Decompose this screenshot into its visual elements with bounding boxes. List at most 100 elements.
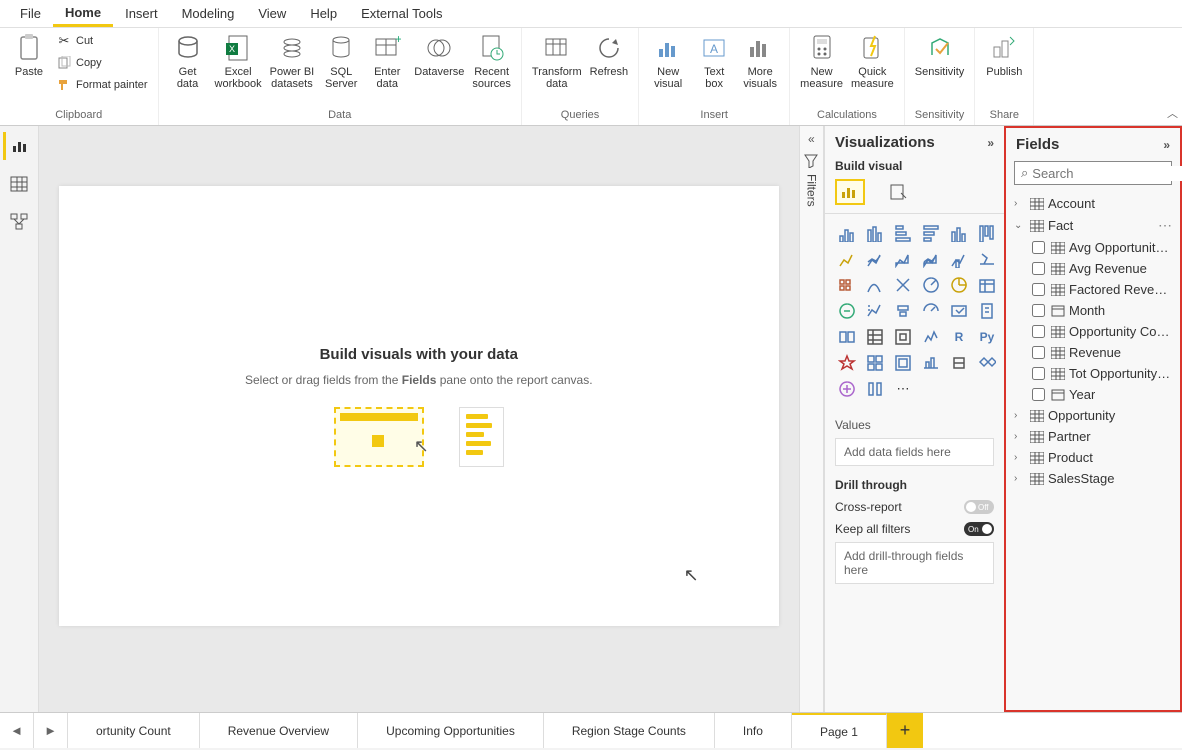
viz-type-20[interactable] (891, 300, 915, 322)
field-avg-opportunity-[interactable]: Avg Opportunity… (1010, 237, 1176, 258)
page-tab-0[interactable]: ortunity Count (68, 713, 200, 748)
page-tab-1[interactable]: Revenue Overview (200, 713, 358, 748)
page-tab-2[interactable]: Upcoming Opportunities (358, 713, 544, 748)
field-checkbox[interactable] (1032, 388, 1045, 401)
viz-type-r[interactable]: R (947, 326, 971, 348)
page-tab-4[interactable]: Info (715, 713, 792, 748)
viz-type-21[interactable] (919, 300, 943, 322)
dataverse-button[interactable]: Dataverse (410, 30, 468, 80)
menu-home[interactable]: Home (53, 1, 113, 27)
collapse-viz-icon[interactable]: » (987, 136, 994, 150)
viz-more-button[interactable]: ⋯ (891, 378, 915, 400)
field-checkbox[interactable] (1032, 367, 1045, 380)
viz-type-3[interactable] (919, 222, 943, 244)
text-box-button[interactable]: AText box (691, 30, 737, 92)
excel-workbook-button[interactable]: XExcel workbook (211, 30, 266, 92)
viz-type-32[interactable] (947, 352, 971, 374)
viz-type-19[interactable] (863, 300, 887, 322)
viz-type-33[interactable] (975, 352, 999, 374)
report-canvas[interactable]: Build visuals with your data Select or d… (59, 186, 779, 626)
table-account[interactable]: ›Account (1010, 193, 1176, 214)
viz-type-29[interactable] (863, 352, 887, 374)
pbi-datasets-button[interactable]: Power BI datasets (266, 30, 319, 92)
menu-help[interactable]: Help (298, 2, 349, 25)
field-month[interactable]: Month (1010, 300, 1176, 321)
field-factored-revenue[interactable]: Factored Revenue (1010, 279, 1176, 300)
viz-type-4[interactable] (947, 222, 971, 244)
new-measure-button[interactable]: New measure (796, 30, 847, 92)
enter-data-button[interactable]: +Enter data (364, 30, 410, 92)
field-revenue[interactable]: Revenue (1010, 342, 1176, 363)
get-data-button[interactable]: Get data (165, 30, 211, 92)
expand-filters-icon[interactable]: « (808, 132, 815, 146)
field-year[interactable]: Year (1010, 384, 1176, 405)
viz-type-30[interactable] (891, 352, 915, 374)
more-visuals-button[interactable]: More visuals (737, 30, 783, 92)
field-checkbox[interactable] (1032, 325, 1045, 338)
field-checkbox[interactable] (1032, 241, 1045, 254)
report-view-button[interactable] (3, 132, 35, 160)
cut-button[interactable]: ✂Cut (52, 30, 152, 52)
menu-external-tools[interactable]: External Tools (349, 2, 454, 25)
viz-type-7[interactable] (863, 248, 887, 270)
viz-type-15[interactable] (919, 274, 943, 296)
format-visual-tab[interactable] (883, 179, 913, 205)
sql-server-button[interactable]: SQL Server (318, 30, 364, 92)
viz-type-9[interactable] (919, 248, 943, 270)
field-checkbox[interactable] (1032, 346, 1045, 359)
tabs-scroll-right[interactable]: ► (34, 713, 68, 748)
field-opportunity-cou-[interactable]: Opportunity Cou… (1010, 321, 1176, 342)
viz-type-6[interactable] (835, 248, 859, 270)
fields-search[interactable]: ⌕ (1014, 161, 1172, 185)
viz-type-27[interactable] (919, 326, 943, 348)
more-icon[interactable]: ⋯ (1158, 217, 1172, 234)
collapse-ribbon-button[interactable]: ︿ (1167, 105, 1178, 121)
menu-insert[interactable]: Insert (113, 2, 170, 25)
data-view-button[interactable] (3, 170, 35, 198)
field-tot-opportunity-[interactable]: Tot Opportunity … (1010, 363, 1176, 384)
build-visual-tab[interactable] (835, 179, 865, 205)
format-painter-button[interactable]: Format painter (52, 74, 152, 96)
viz-type-py[interactable]: Py (975, 326, 999, 348)
viz-type-18[interactable] (835, 300, 859, 322)
viz-type-5[interactable] (975, 222, 999, 244)
field-checkbox[interactable] (1032, 304, 1045, 317)
field-checkbox[interactable] (1032, 283, 1045, 296)
field-avg-revenue[interactable]: Avg Revenue (1010, 258, 1176, 279)
sensitivity-button[interactable]: Sensitivity (911, 30, 969, 80)
quick-measure-button[interactable]: Quick measure (847, 30, 898, 92)
viz-type-24[interactable] (835, 326, 859, 348)
fields-search-input[interactable] (1032, 166, 1182, 181)
viz-type-28[interactable] (835, 352, 859, 374)
cross-report-toggle[interactable]: Off (964, 500, 994, 514)
collapse-fields-icon[interactable]: » (1163, 138, 1170, 152)
page-tab-3[interactable]: Region Stage Counts (544, 713, 715, 748)
menu-file[interactable]: File (8, 2, 53, 25)
viz-type-16[interactable] (947, 274, 971, 296)
table-salesstage[interactable]: ›SalesStage (1010, 468, 1176, 489)
viz-type-34[interactable] (835, 378, 859, 400)
viz-type-0[interactable] (835, 222, 859, 244)
viz-type-1[interactable] (863, 222, 887, 244)
copy-button[interactable]: Copy (52, 52, 152, 74)
table-partner[interactable]: ›Partner (1010, 426, 1176, 447)
filters-pane-collapsed[interactable]: « Filters (799, 126, 824, 712)
table-product[interactable]: ›Product (1010, 447, 1176, 468)
viz-type-13[interactable] (863, 274, 887, 296)
add-page-button[interactable]: + (887, 713, 923, 748)
viz-type-35[interactable] (863, 378, 887, 400)
page-tab-5[interactable]: Page 1 (792, 713, 887, 748)
viz-type-17[interactable] (975, 274, 999, 296)
menu-view[interactable]: View (246, 2, 298, 25)
viz-type-31[interactable] (919, 352, 943, 374)
recent-sources-button[interactable]: Recent sources (468, 30, 515, 92)
model-view-button[interactable] (3, 208, 35, 236)
viz-type-10[interactable] (947, 248, 971, 270)
viz-type-14[interactable] (891, 274, 915, 296)
paste-button[interactable]: Paste (6, 30, 52, 80)
transform-data-button[interactable]: Transform data (528, 30, 586, 92)
drillthrough-dropwell[interactable]: Add drill-through fields here (835, 542, 994, 584)
viz-type-12[interactable] (835, 274, 859, 296)
viz-type-11[interactable] (975, 248, 999, 270)
field-checkbox[interactable] (1032, 262, 1045, 275)
